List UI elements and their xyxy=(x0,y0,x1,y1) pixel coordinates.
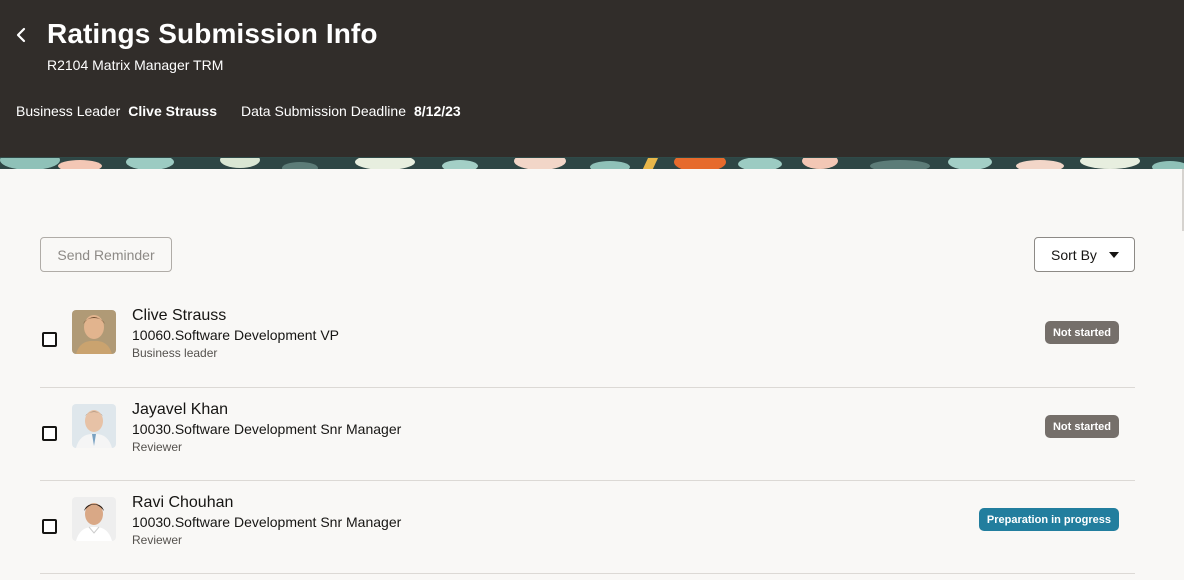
chevron-down-icon xyxy=(1108,251,1119,258)
business-leader-value: Clive Strauss xyxy=(128,103,218,119)
select-checkbox[interactable] xyxy=(42,426,57,441)
person-name: Jayavel Khan xyxy=(132,401,229,418)
people-list: Clive Strauss 10060.Software Development… xyxy=(40,294,1135,574)
person-role: Business leader xyxy=(132,346,218,360)
avatar xyxy=(72,497,116,541)
page-title: Ratings Submission Info xyxy=(47,18,378,49)
person-title: 10030.Software Development Snr Manager xyxy=(132,421,402,437)
status-badge: Not started xyxy=(1044,321,1119,344)
person-title: 10030.Software Development Snr Manager xyxy=(132,514,402,530)
person-title: 10060.Software Development VP xyxy=(132,327,340,343)
list-item[interactable]: Ravi Chouhan 10030.Software Development … xyxy=(40,481,1135,574)
status-badge: Preparation in progress xyxy=(978,508,1119,531)
person-role: Reviewer xyxy=(132,533,183,547)
person-role: Reviewer xyxy=(132,440,183,454)
send-reminder-button[interactable]: Send Reminder xyxy=(40,237,172,272)
business-leader-label: Business Leader xyxy=(16,103,121,119)
decorative-banner xyxy=(0,157,1184,169)
person-name: Clive Strauss xyxy=(132,307,227,324)
deadline-label: Data Submission Deadline xyxy=(241,103,406,119)
header-meta: Business Leader Clive Strauss Data Submi… xyxy=(16,103,485,119)
back-icon[interactable] xyxy=(10,24,32,46)
list-item[interactable]: Jayavel Khan 10030.Software Development … xyxy=(40,388,1135,481)
status-badge: Not started xyxy=(1044,415,1119,438)
page-subtitle: R2104 Matrix Manager TRM xyxy=(47,57,224,73)
sort-by-button[interactable]: Sort By xyxy=(1034,237,1135,272)
person-name: Ravi Chouhan xyxy=(132,494,234,511)
list-item[interactable]: Clive Strauss 10060.Software Development… xyxy=(40,294,1135,388)
deadline-value: 8/12/23 xyxy=(414,103,461,119)
select-checkbox[interactable] xyxy=(42,519,57,534)
sort-by-label: Sort By xyxy=(1051,246,1097,263)
avatar xyxy=(72,310,116,354)
avatar xyxy=(72,404,116,448)
page-header: Ratings Submission Info R2104 Matrix Man… xyxy=(0,0,1184,157)
select-checkbox[interactable] xyxy=(42,332,57,347)
